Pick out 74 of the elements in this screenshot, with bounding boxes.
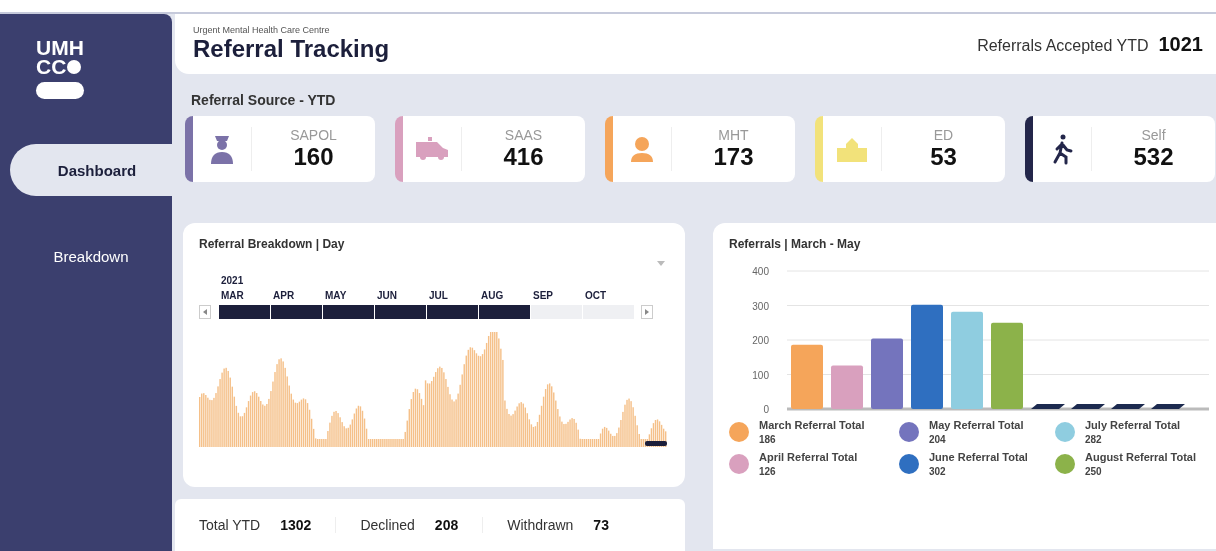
page-title: Referral Tracking — [193, 35, 390, 63]
source-count: 160 — [293, 143, 334, 171]
month-label: JUL — [429, 290, 449, 301]
logo: UMH CC — [36, 38, 84, 112]
source-label: Self — [1141, 127, 1166, 143]
police-officer-icon — [209, 133, 235, 165]
legend-value: 250 — [1085, 466, 1103, 477]
bar — [871, 338, 903, 409]
timeline-segment[interactable] — [219, 305, 270, 319]
timeline-segment[interactable] — [479, 305, 530, 319]
month-label: MAR — [221, 290, 245, 301]
month-label: MAY — [325, 290, 348, 301]
timeline-segment[interactable] — [375, 305, 426, 319]
empty-bar — [1111, 404, 1145, 409]
source-label: MHT — [718, 127, 749, 143]
legend-value: 186 — [759, 434, 777, 445]
scroll-right-button[interactable] — [641, 305, 653, 319]
kpi-value: 1021 — [1158, 32, 1203, 56]
axis-tick-label: 0 — [763, 404, 769, 415]
timeline-segment[interactable] — [531, 305, 582, 319]
year-label: 2021 — [221, 275, 244, 286]
legend-label: March Referral Total — [759, 419, 865, 431]
legend-label: May Referral Total — [929, 419, 1024, 431]
empty-bar — [1031, 404, 1065, 409]
total-value: 1302 — [280, 517, 312, 533]
total-label: Total YTD — [199, 517, 261, 533]
source-label: ED — [933, 127, 954, 143]
empty-bar — [1151, 404, 1185, 409]
source-label: SAAS — [504, 127, 543, 143]
school-building-icon — [836, 136, 868, 162]
bar — [831, 365, 863, 409]
source-count: 173 — [713, 143, 754, 171]
timeline-segment[interactable] — [323, 305, 374, 319]
axis-tick-label: 300 — [752, 300, 769, 312]
nav-tab[interactable]: Breakdown — [10, 230, 172, 282]
legend-value: 126 — [759, 466, 777, 477]
total-value: 73 — [593, 517, 609, 533]
dropdown-caret-icon[interactable] — [657, 261, 665, 266]
legend-value: 204 — [929, 434, 947, 445]
legend-label: August Referral Total — [1085, 451, 1197, 463]
scroll-left-button[interactable] — [199, 305, 211, 319]
month-label: OCT — [585, 290, 608, 301]
legend-value: 302 — [929, 466, 947, 477]
ambulance-icon — [415, 137, 449, 161]
right-triangle-icon — [645, 309, 649, 315]
legend-label: June Referral Total — [929, 451, 1028, 463]
legend-label: July Referral Total — [1085, 419, 1181, 431]
walking-person-icon — [1051, 133, 1073, 165]
left-triangle-icon — [203, 309, 207, 315]
legend-label: April Referral Total — [759, 451, 858, 463]
source-count: 532 — [1133, 143, 1174, 171]
month-label: JUN — [377, 290, 398, 301]
month-label: AUG — [481, 290, 505, 301]
source-label: SAPOL — [290, 127, 337, 143]
axis-tick-label: 100 — [752, 369, 769, 381]
chart-title: Referrals | March - May — [729, 237, 862, 251]
axis-tick-label: 400 — [752, 266, 769, 277]
source-count: 416 — [503, 143, 544, 171]
source-count: 53 — [930, 143, 957, 171]
total-label: Withdrawn — [507, 517, 574, 533]
empty-bar — [1071, 404, 1105, 409]
organisation-name: Urgent Mental Health Care Centre — [193, 25, 331, 35]
month-label: APR — [273, 290, 296, 301]
chart-title: Referral Breakdown | Day — [199, 237, 346, 251]
bar — [791, 344, 823, 409]
timeline-segment[interactable] — [427, 305, 478, 319]
section-title: Referral Source - YTD — [191, 92, 337, 108]
timeline-segment[interactable] — [271, 305, 322, 319]
total-label: Declined — [360, 517, 415, 533]
total-value: 208 — [434, 517, 459, 533]
month-label: SEP — [533, 290, 554, 301]
axis-tick-label: 200 — [752, 335, 769, 346]
legend-value: 282 — [1085, 434, 1103, 445]
kpi-label: Referrals Accepted YTD — [977, 36, 1149, 55]
